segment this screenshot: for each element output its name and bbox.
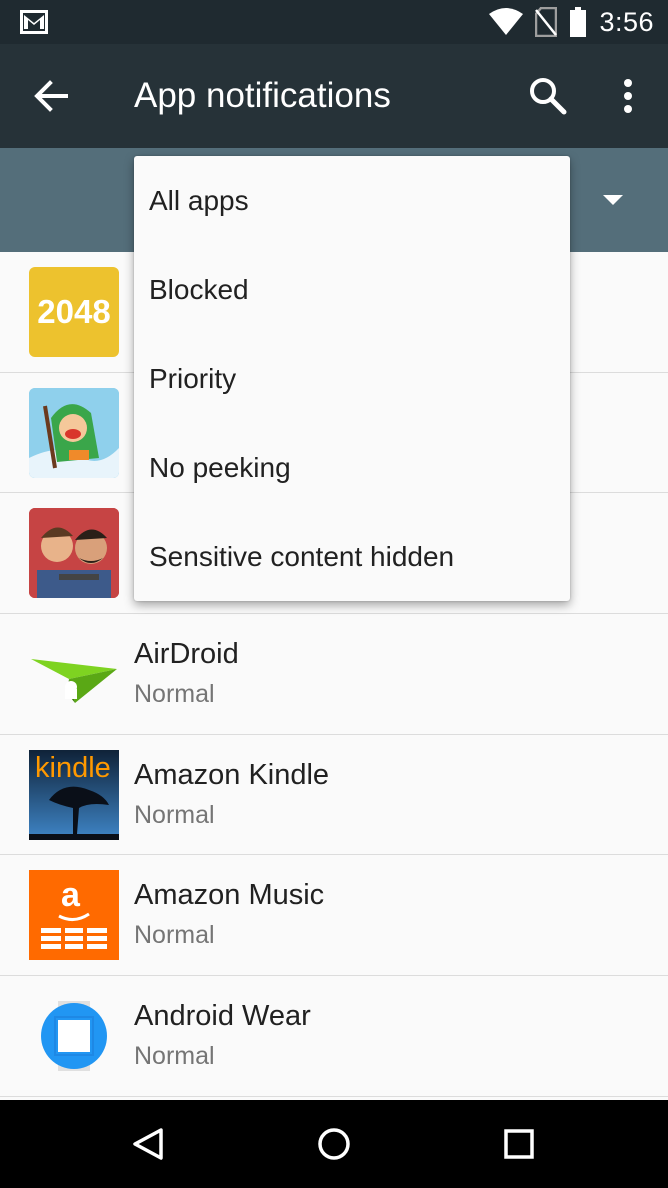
app-status: Normal: [134, 921, 215, 950]
app-name: Amazon Music: [134, 879, 325, 912]
list-item[interactable]: Android Wear Normal: [0, 976, 668, 1097]
app-status: Normal: [134, 680, 215, 709]
no-sim-icon: [535, 7, 558, 37]
app-name: Android Wear: [134, 1000, 311, 1033]
kindle-icon: kindle: [29, 749, 119, 840]
search-icon[interactable]: [526, 74, 570, 118]
recents-square-icon[interactable]: [497, 1122, 541, 1166]
adventure-game-icon: [29, 387, 119, 478]
menu-item-priority[interactable]: Priority: [134, 334, 570, 423]
battery-icon: [570, 7, 587, 37]
menu-item-sensitive-content-hidden[interactable]: Sensitive content hidden: [134, 512, 570, 601]
page-title: App notifications: [134, 76, 391, 115]
dropdown-arrow-icon[interactable]: [603, 195, 623, 205]
jetpack-joyride-icon: [29, 508, 119, 599]
home-circle-icon[interactable]: [312, 1122, 356, 1166]
app-name: AirDroid: [134, 638, 239, 671]
back-arrow-icon[interactable]: [30, 78, 70, 114]
airdroid-icon: [29, 629, 119, 719]
app-status: Normal: [134, 800, 215, 829]
status-time: 3:56: [599, 6, 654, 37]
toolbar: App notifications: [0, 44, 668, 148]
menu-item-all-apps[interactable]: All apps: [134, 156, 570, 245]
game-2048-icon: 2048: [29, 267, 119, 357]
navigation-bar: [0, 1100, 668, 1188]
list-item[interactable]: kindle Amazon Kindle Normal: [0, 735, 668, 856]
list-item[interactable]: a Amazon Music Normal: [0, 855, 668, 977]
menu-item-no-peeking[interactable]: No peeking: [134, 423, 570, 512]
app-status: Normal: [134, 1042, 215, 1071]
filter-dropdown-menu: All apps Blocked Priority No peeking Sen…: [134, 156, 570, 601]
more-vert-icon[interactable]: [608, 74, 648, 118]
menu-item-blocked[interactable]: Blocked: [134, 245, 570, 334]
list-item[interactable]: AirDroid Normal: [0, 614, 668, 735]
icon-label: kindle: [35, 751, 111, 784]
back-triangle-icon[interactable]: [127, 1122, 171, 1166]
android-wear-icon: [29, 991, 119, 1081]
app-name: Amazon Kindle: [134, 758, 330, 791]
icon-label: 2048: [37, 293, 111, 330]
amazon-music-icon: a: [29, 870, 119, 961]
status-bar: 3:56: [0, 0, 668, 44]
wifi-icon: [489, 8, 524, 35]
gmail-icon: [20, 10, 48, 34]
